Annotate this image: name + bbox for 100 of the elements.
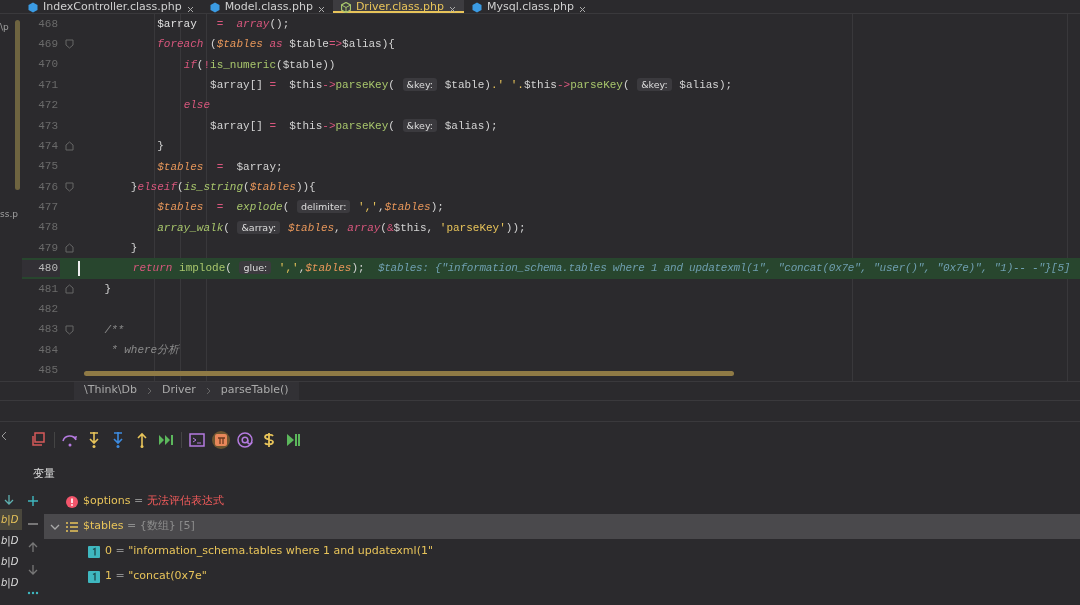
- line-number: 474: [37, 138, 59, 154]
- stack-frame[interactable]: b|D: [0, 572, 22, 593]
- code-token: array_walk: [157, 221, 224, 234]
- primitive-icon: [88, 570, 100, 583]
- code-token: $tables: [157, 160, 204, 173]
- code-token: )){: [295, 180, 316, 193]
- code-token: $tables: [384, 201, 431, 214]
- line-number: 478: [37, 220, 59, 236]
- code-token: &: [386, 221, 394, 234]
- code-token: $table): [444, 78, 491, 91]
- code-token: parseKey: [335, 119, 389, 132]
- code-token: $tables: [249, 180, 296, 193]
- fold-marker-icon[interactable]: [64, 181, 74, 192]
- line-number: 469: [37, 36, 59, 52]
- code-token: =: [216, 201, 224, 214]
- inline-debug-value: $tables: {"information_schema.tables where 1 and updatexml(1", "concat(0x7e", "user()", "0x7e)", "1)-- -"}[5]: [377, 262, 1071, 275]
- code-token: (: [225, 262, 232, 275]
- code-token: implode: [179, 262, 226, 275]
- code-token: (: [388, 78, 395, 91]
- fold-marker-icon[interactable]: [64, 324, 74, 335]
- fold-marker-icon[interactable]: [64, 283, 74, 294]
- toolbar-toggle[interactable]: [212, 431, 230, 450]
- code-token: (: [210, 38, 217, 51]
- file-tab[interactable]: Model.class.php: [201, 0, 333, 13]
- line-number: 475: [37, 159, 59, 175]
- breadcrumb-item[interactable]: parseTable(): [220, 382, 289, 399]
- code-token: (: [622, 78, 630, 91]
- code-token: ,: [298, 262, 306, 275]
- variable-value: 0 = "information_schema.tables where 1 and updatexml(1": [105, 543, 433, 560]
- code-token: $tables: [305, 262, 352, 275]
- fold-marker-icon[interactable]: [64, 243, 74, 254]
- parameter-hint: &key:: [402, 77, 438, 91]
- code-token: is_string: [183, 180, 244, 193]
- code-token: if: [183, 58, 197, 71]
- code-token: =: [269, 78, 277, 91]
- code-token: $this: [289, 78, 323, 91]
- stack-frame[interactable]: b|D: [0, 509, 22, 530]
- code-token: =: [216, 160, 224, 173]
- list-icon: [66, 520, 78, 533]
- stack-frame[interactable]: b|D: [0, 551, 22, 572]
- code-token: =>: [328, 38, 343, 51]
- code-token: ,: [334, 221, 341, 234]
- code-token: }: [130, 180, 138, 193]
- line-number: 472: [37, 98, 59, 114]
- code-token: $alias){: [342, 38, 395, 51]
- code-token: ));: [505, 221, 526, 234]
- code-token: else: [183, 99, 211, 112]
- code-token: array: [347, 221, 381, 234]
- code-comment: * where分析: [111, 344, 180, 357]
- code-comment: /**: [104, 323, 125, 336]
- line-number: 477: [37, 200, 59, 216]
- code-token: (: [243, 180, 250, 193]
- at-sign-icon[interactable]: [236, 431, 254, 450]
- selected-variable-row[interactable]: $tables = {数组} [5]: [44, 514, 1080, 539]
- code-token: ,: [377, 201, 385, 214]
- code-token: elseif: [137, 180, 178, 193]
- breadcrumb-item[interactable]: Driver: [161, 382, 196, 399]
- code-token: as: [269, 38, 283, 51]
- code-token: parseKey: [570, 78, 623, 91]
- code-token: =: [269, 119, 277, 132]
- stack-frame[interactable]: b|D: [0, 530, 22, 551]
- file-tab[interactable]: Driver.class.php: [332, 0, 464, 13]
- primitive-icon: [88, 545, 100, 558]
- code-token: ->: [322, 119, 336, 132]
- code-token: ->: [556, 78, 571, 91]
- code-token: );: [351, 262, 365, 275]
- file-tab[interactable]: Mysql.class.php: [463, 0, 594, 13]
- variable-value: $tables = {数组} [5]: [83, 518, 195, 535]
- code-token: ();: [269, 17, 290, 30]
- code-token: return: [132, 262, 173, 275]
- project-path: ss.p: [0, 208, 18, 220]
- code-token: $tables: [287, 221, 335, 234]
- console-icon[interactable]: [188, 431, 206, 450]
- code-token: =: [216, 17, 224, 30]
- code-token: $array[]: [210, 119, 263, 132]
- fold-marker-icon[interactable]: [64, 141, 74, 152]
- line-number: 481: [37, 281, 59, 297]
- code-token: !: [203, 58, 211, 71]
- code-token: array: [236, 17, 270, 30]
- arrow-down-icon[interactable]: [2, 493, 16, 507]
- parameter-hint: glue:: [239, 261, 272, 275]
- code-token: $array: [157, 17, 197, 30]
- parameter-hint: delimiter:: [296, 200, 351, 214]
- parameter-hint: &key:: [637, 77, 672, 91]
- project-path: \p: [0, 21, 9, 33]
- parameter-hint: &key:: [402, 118, 438, 132]
- fold-marker-icon[interactable]: [64, 39, 74, 50]
- line-number: 483: [37, 322, 59, 338]
- code-token: $tables: [216, 38, 263, 51]
- chevron-icon: [146, 386, 152, 395]
- code-token: }: [130, 242, 138, 255]
- text-cursor: [78, 261, 80, 277]
- panel-title: 变量: [32, 465, 56, 481]
- file-tab[interactable]: IndexController.class.php: [20, 0, 202, 13]
- code-token: $this,: [393, 221, 434, 234]
- line-number: 476: [37, 179, 59, 195]
- code-token: );: [430, 201, 444, 214]
- line-number: 471: [37, 77, 59, 93]
- breadcrumb-item[interactable]: \Think\Db: [84, 382, 137, 399]
- variable-value: $options = 无法评估表达式: [83, 493, 224, 510]
